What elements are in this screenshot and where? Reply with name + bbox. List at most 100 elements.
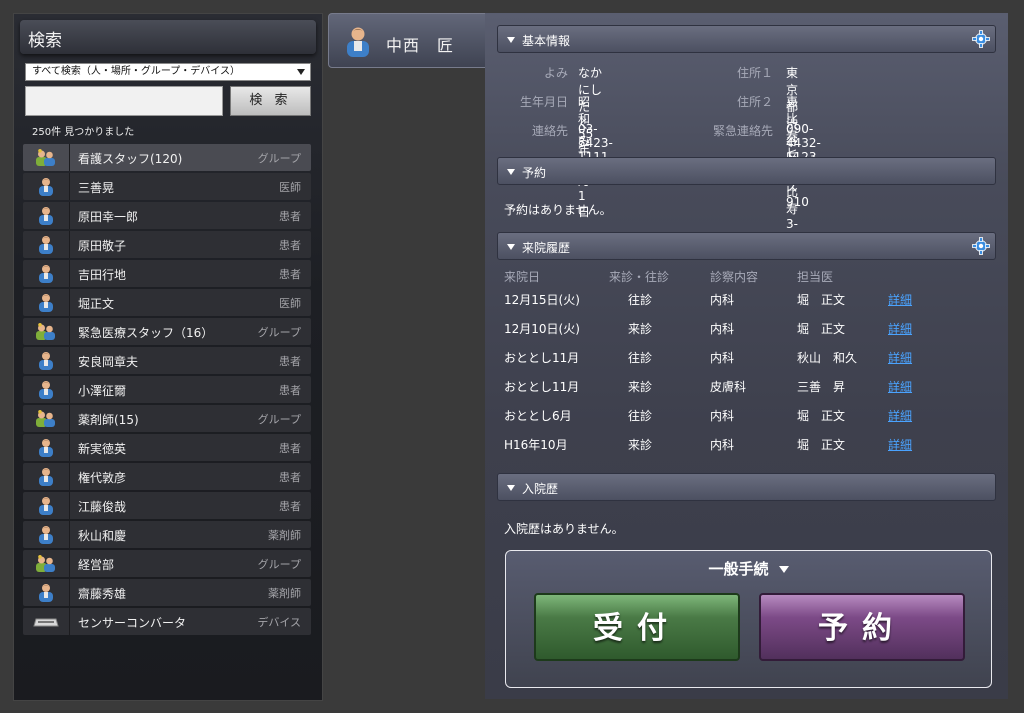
group-icon	[23, 318, 70, 345]
result-type: 患者	[279, 500, 301, 513]
result-type: 薬剤師	[268, 587, 301, 600]
result-name: 小澤征爾	[78, 384, 127, 398]
visit-content: 皮膚科	[710, 380, 747, 394]
patient-tab[interactable]: 中西 匠	[328, 13, 508, 68]
basic-info-header[interactable]: 基本情報	[497, 25, 996, 53]
search-result-row[interactable]: 原田幸一郎 患者	[23, 202, 311, 229]
person-icon	[347, 27, 369, 57]
visit-kind: 来診	[628, 438, 653, 452]
result-name: 吉田行地	[78, 268, 127, 282]
person-icon	[23, 492, 70, 519]
visit-col-content: 診察内容	[710, 270, 759, 284]
visit-kind: 往診	[628, 293, 653, 307]
visit-detail-link[interactable]: 詳細	[888, 320, 912, 337]
person-icon	[23, 376, 70, 403]
result-name: 権代敦彦	[78, 471, 127, 485]
search-input[interactable]	[25, 86, 223, 116]
search-result-row[interactable]: センサーコンバータ デバイス	[23, 608, 311, 635]
result-name: 看護スタッフ(120)	[78, 152, 183, 166]
result-name: 安良岡章夫	[78, 355, 139, 369]
visit-doctor: 堀 正文	[797, 409, 846, 423]
search-button[interactable]: 検 索	[230, 86, 311, 116]
visit-col-doctor: 担当医	[797, 270, 834, 284]
result-type: グループ	[257, 413, 301, 426]
search-title: 検索	[28, 31, 62, 51]
search-result-row[interactable]: 齋藤秀雄 薬剤師	[23, 579, 311, 606]
visit-date: おととし6月	[504, 409, 572, 423]
person-icon	[23, 521, 70, 548]
search-result-row[interactable]: 江藤俊哉 患者	[23, 492, 311, 519]
search-result-row[interactable]: 三善晃 医師	[23, 173, 311, 200]
result-name: 秋山和慶	[78, 529, 127, 543]
person-icon	[23, 260, 70, 287]
result-type: 患者	[279, 210, 301, 223]
chevron-down-icon	[297, 69, 305, 75]
visit-date: おととし11月	[504, 351, 580, 365]
search-result-row[interactable]: 経営部 グループ	[23, 550, 311, 577]
visit-history-header[interactable]: 来院履歴	[497, 232, 996, 260]
search-result-row[interactable]: 堀正文 医師	[23, 289, 311, 316]
search-result-row[interactable]: 安良岡章夫 患者	[23, 347, 311, 374]
search-result-row[interactable]: 薬剤師(15) グループ	[23, 405, 311, 432]
group-icon	[23, 405, 70, 432]
collapse-icon	[507, 485, 515, 491]
visit-kind: 来診	[628, 380, 653, 394]
result-name: 齋藤秀雄	[78, 587, 127, 601]
result-type: デバイス	[257, 616, 301, 629]
chevron-down-icon	[778, 566, 789, 573]
contact-label: 連絡先	[531, 124, 568, 138]
reception-button[interactable]: 受付	[534, 593, 740, 661]
visit-col-kind: 来診・往診	[609, 270, 670, 284]
result-type: グループ	[257, 152, 301, 165]
person-icon	[23, 231, 70, 258]
visit-kind: 往診	[628, 409, 653, 423]
search-result-row[interactable]: 看護スタッフ(120) グループ	[23, 144, 311, 171]
visit-date: 12月10日(火)	[504, 322, 580, 336]
search-result-row[interactable]: 権代敦彦 患者	[23, 463, 311, 490]
visit-content: 内科	[710, 351, 735, 365]
search-result-row[interactable]: 秋山和慶 薬剤師	[23, 521, 311, 548]
search-result-row[interactable]: 緊急医療スタッフ（16） グループ	[23, 318, 311, 345]
visit-content: 内科	[710, 293, 735, 307]
visit-doctor: 秋山 和久	[797, 351, 858, 365]
visit-date: H16年10月	[504, 438, 568, 452]
visit-date: おととし11月	[504, 380, 580, 394]
person-icon	[23, 434, 70, 461]
visit-detail-link[interactable]: 詳細	[888, 349, 912, 366]
address2-label: 住所２	[736, 95, 773, 109]
collapse-icon	[507, 37, 515, 43]
result-type: 患者	[279, 268, 301, 281]
visit-detail-link[interactable]: 詳細	[888, 378, 912, 395]
patient-name: 中西 匠	[386, 36, 455, 55]
search-scope-select[interactable]: すべて検索（人・場所・グループ・デバイス）	[25, 63, 311, 81]
address1-label: 住所１	[736, 66, 773, 80]
person-icon	[23, 202, 70, 229]
visit-doctor: 堀 正文	[797, 322, 846, 336]
visit-detail-link[interactable]: 詳細	[888, 291, 912, 308]
result-name: 堀正文	[78, 297, 115, 311]
group-icon	[23, 550, 70, 577]
visit-content: 内科	[710, 438, 735, 452]
search-result-row[interactable]: 小澤征爾 患者	[23, 376, 311, 403]
person-icon	[23, 347, 70, 374]
procedures-dropdown[interactable]: 一般手続	[506, 558, 991, 579]
collapse-icon	[507, 244, 515, 250]
procedures-box: 一般手続 受付 予約	[505, 550, 992, 688]
search-panel: 検索 すべて検索（人・場所・グループ・デバイス） 検 索 250件 見つかりまし…	[13, 13, 323, 701]
admission-title: 入院歴	[522, 482, 559, 496]
result-name: 緊急医療スタッフ（16）	[78, 326, 214, 340]
search-result-row[interactable]: 吉田行地 患者	[23, 260, 311, 287]
search-result-row[interactable]: 新実徳英 患者	[23, 434, 311, 461]
visit-detail-link[interactable]: 詳細	[888, 407, 912, 424]
appointment-button[interactable]: 予約	[759, 593, 965, 661]
result-count: 250件 見つかりました	[32, 127, 135, 138]
reservation-header[interactable]: 予約	[497, 157, 996, 185]
result-name: 原田幸一郎	[78, 210, 139, 224]
result-type: グループ	[257, 558, 301, 571]
gear-icon[interactable]	[972, 30, 990, 48]
person-icon	[23, 289, 70, 316]
search-result-row[interactable]: 原田敬子 患者	[23, 231, 311, 258]
gear-icon[interactable]	[972, 237, 990, 255]
admission-header[interactable]: 入院歴	[497, 473, 996, 501]
visit-detail-link[interactable]: 詳細	[888, 436, 912, 453]
